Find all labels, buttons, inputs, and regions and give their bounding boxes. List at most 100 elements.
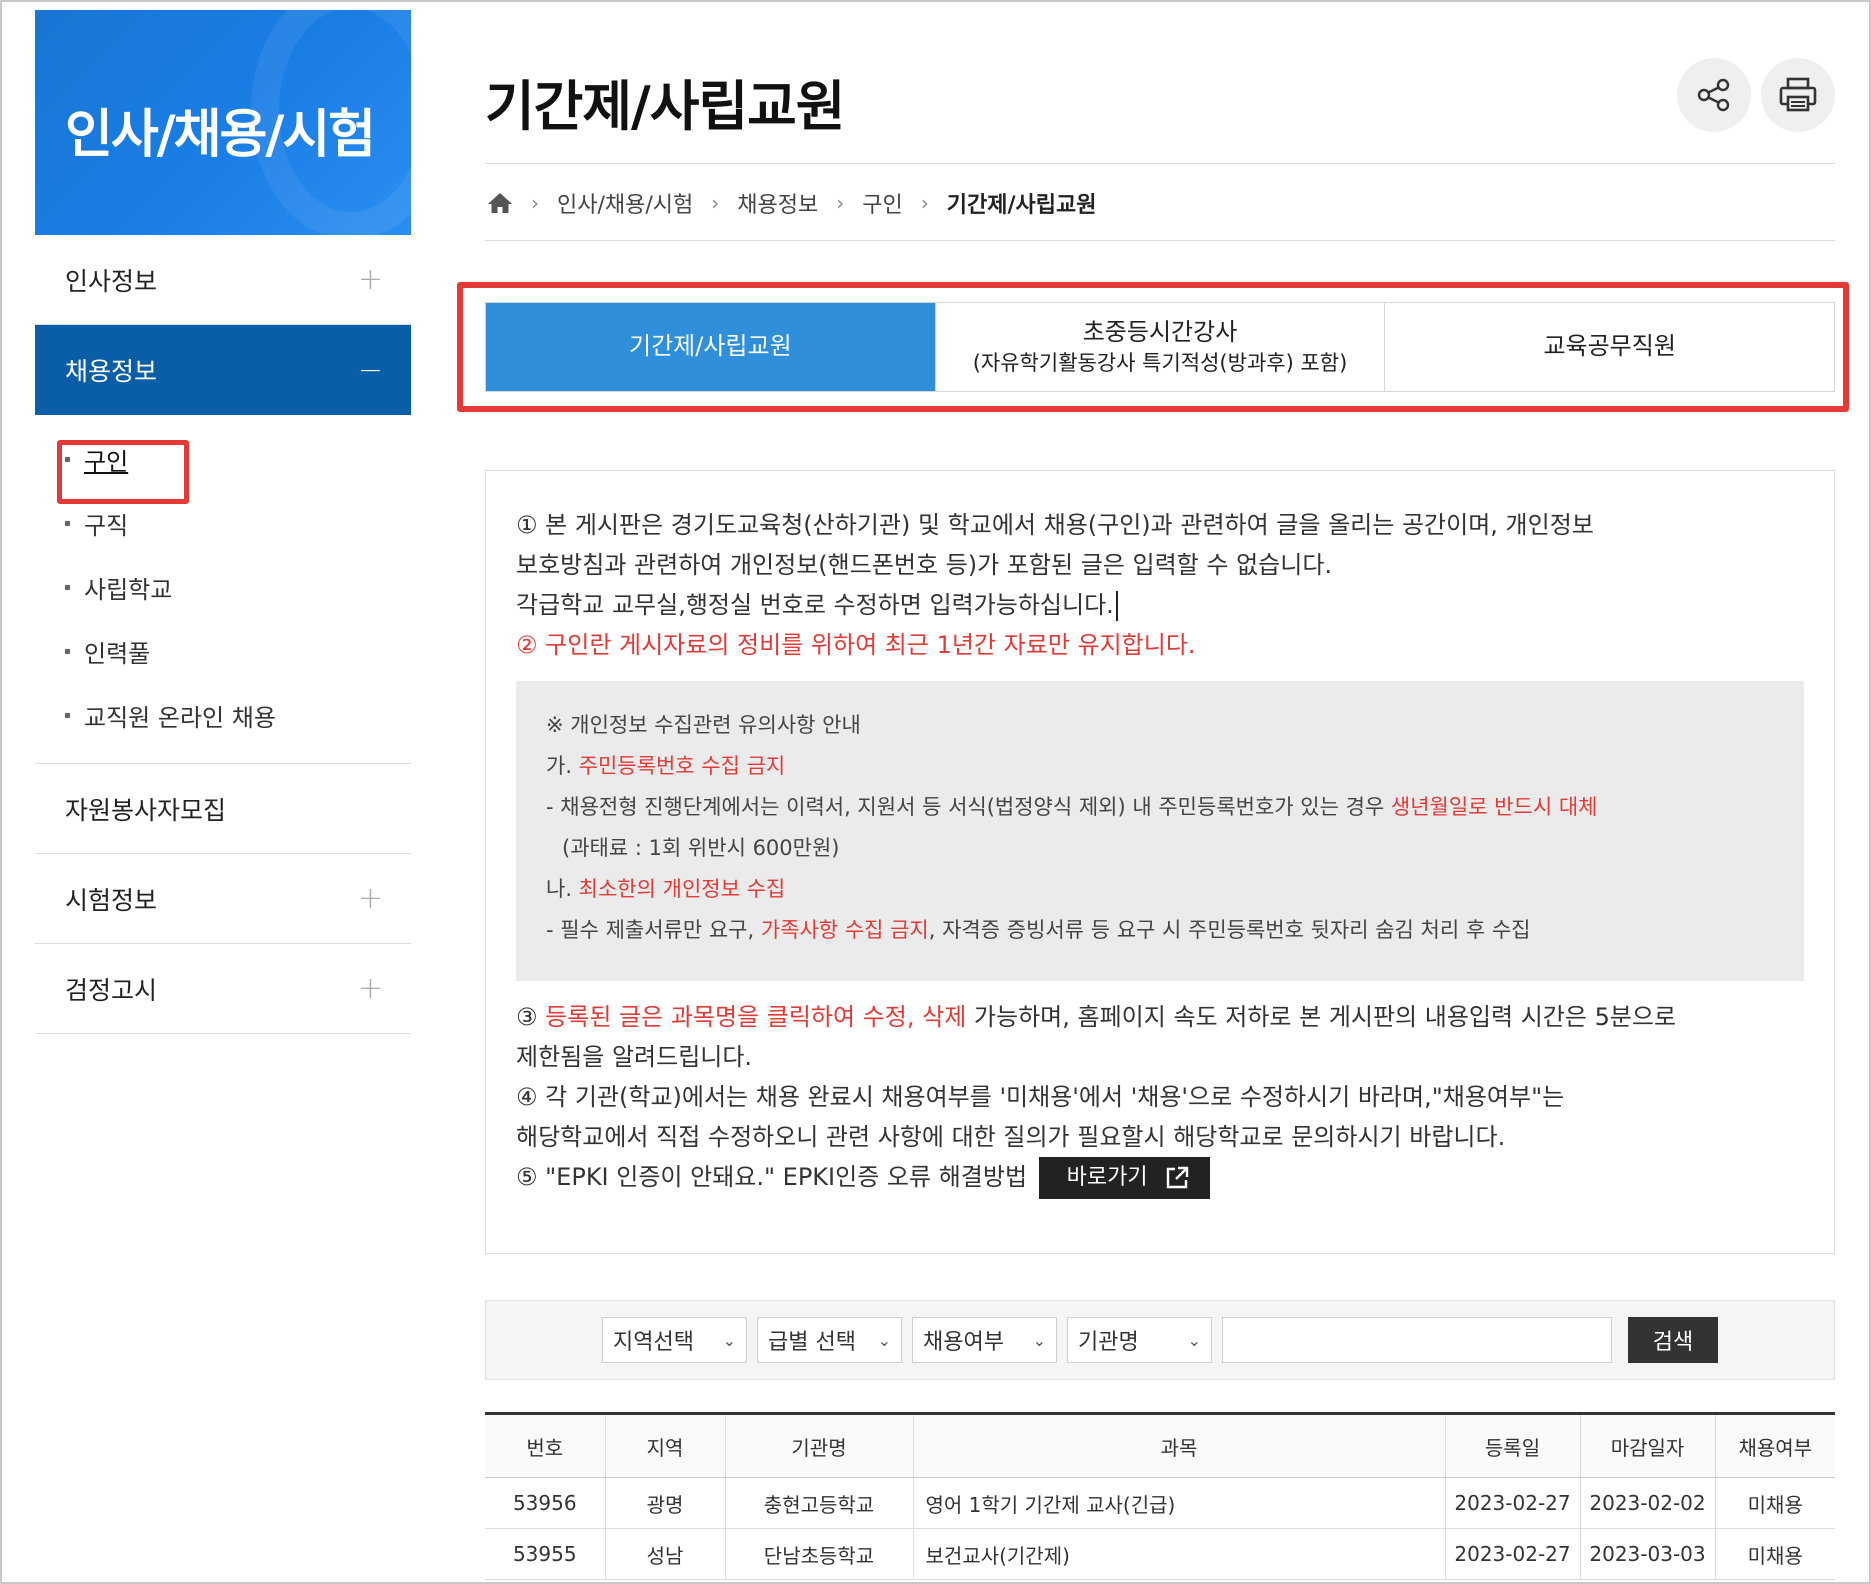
sidebar-banner-title: 인사/채용/시험 bbox=[65, 105, 376, 165]
expand-icon[interactable]: + bbox=[358, 881, 383, 916]
search-input[interactable] bbox=[1222, 1317, 1612, 1363]
notice-line: 보호방침과 관련하여 개인정보(핸드폰번호 등)가 포함된 글은 입력할 수 없… bbox=[516, 551, 1333, 579]
submenu-item-online-hiring[interactable]: 교직원 온라인 채용 bbox=[65, 683, 411, 747]
breadcrumb-item[interactable]: 채용정보 bbox=[737, 187, 818, 219]
cell-deadline: 2023-02-02 bbox=[1580, 1477, 1716, 1529]
notice-line: 각급학교 교무실,행정실 번호로 수정하면 입력가능하십니다. bbox=[516, 585, 1804, 625]
sidebar-item-ged[interactable]: 검정고시 + bbox=[35, 944, 411, 1034]
notice-emphasis: 구인란 게시자료의 정비를 위하여 최근 1년간 자료만 유지합니다. bbox=[545, 631, 1196, 659]
grade-select[interactable]: 급별 선택 ⌄ bbox=[757, 1317, 902, 1363]
notice-text: 각급학교 교무실,행정실 번호로 수정하면 입력가능하십니다. bbox=[516, 591, 1114, 619]
privacy-desc: - 채용전형 진행단계에서는 이력서, 지원서 등 서식(법정양식 제외) 내 … bbox=[546, 787, 1774, 828]
cell-org: 단남초등학교 bbox=[725, 1528, 914, 1580]
print-button[interactable] bbox=[1761, 58, 1835, 132]
search-field-select[interactable]: 기관명 ⌄ bbox=[1067, 1317, 1212, 1363]
column-header: 번호 bbox=[485, 1412, 606, 1478]
sidebar-item-label: 시험정보 bbox=[65, 885, 158, 915]
home-icon[interactable] bbox=[487, 191, 513, 215]
share-icon bbox=[1697, 78, 1730, 112]
sidebar-item-recruit-info[interactable]: 채용정보 − bbox=[35, 325, 411, 415]
expand-icon[interactable]: + bbox=[358, 262, 383, 297]
search-button[interactable]: 검색 bbox=[1628, 1317, 1718, 1363]
region-select[interactable]: 지역선택 ⌄ bbox=[602, 1317, 747, 1363]
submenu-item-private-school[interactable]: 사립학교 bbox=[65, 555, 411, 619]
cell-deadline: 2023-03-03 bbox=[1580, 1528, 1716, 1580]
cell-org: 충현고등학교 bbox=[725, 1477, 914, 1529]
chevron-right-icon: › bbox=[836, 191, 845, 215]
submenu-item-talent-pool[interactable]: 인력풀 bbox=[65, 619, 411, 683]
chevron-down-icon: ⌄ bbox=[877, 1330, 891, 1350]
bullet-icon bbox=[65, 520, 70, 526]
sidebar-item-exam-info[interactable]: 시험정보 + bbox=[35, 854, 411, 944]
desc-emphasis: 가족사항 수집 금지 bbox=[760, 918, 929, 942]
desc-text: - 채용전형 진행단계에서는 이력서, 지원서 등 서식(법정양식 제외) 내 … bbox=[546, 795, 1391, 819]
sidebar-item-label: 채용정보 bbox=[65, 357, 158, 386]
chevron-right-icon: › bbox=[711, 191, 720, 215]
chevron-down-icon: ⌄ bbox=[1032, 1330, 1046, 1350]
cell-status: 미채용 bbox=[1715, 1477, 1835, 1529]
notice-line: ② 구인란 게시자료의 정비를 위하여 최근 1년간 자료만 유지합니다. bbox=[516, 625, 1804, 665]
column-header: 지역 bbox=[605, 1412, 726, 1478]
breadcrumb: › 인사/채용/시험 › 채용정보 › 구인 › 기간제/사립교원 bbox=[487, 187, 1096, 219]
hired-status-select[interactable]: 채용여부 ⌄ bbox=[912, 1317, 1057, 1363]
select-value: 기관명 bbox=[1078, 1330, 1139, 1355]
search-bar: 지역선택 ⌄ 급별 선택 ⌄ 채용여부 ⌄ 기관명 ⌄ 검색 bbox=[485, 1300, 1835, 1380]
bullet-icon bbox=[65, 712, 70, 718]
cell-status: 미채용 bbox=[1715, 1528, 1835, 1580]
sidebar-item-label: 검정고시 bbox=[65, 975, 158, 1005]
privacy-item: 가. 주민등록번호 수집 금지 bbox=[546, 746, 1774, 787]
sidebar-menu: 인사정보 + 채용정보 − 구인 구직 사립학교 인력풀 교직원 온라인 채용 … bbox=[35, 235, 411, 1034]
item-emphasis: 최소한의 개인정보 수집 bbox=[578, 877, 786, 901]
highlight-box-submenu bbox=[57, 440, 189, 504]
cell-number: 53955 bbox=[485, 1528, 606, 1580]
item-prefix: 가. bbox=[546, 754, 579, 778]
sidebar-item-hr-info[interactable]: 인사정보 + bbox=[35, 235, 411, 325]
column-header: 마감일자 bbox=[1580, 1412, 1716, 1478]
chevron-down-icon: ⌄ bbox=[1187, 1330, 1201, 1350]
notice-number: ② bbox=[516, 631, 546, 659]
breadcrumb-item[interactable]: 구인 bbox=[862, 187, 902, 219]
column-header: 과목 bbox=[913, 1412, 1446, 1478]
chevron-right-icon: › bbox=[531, 191, 539, 215]
cell-subject-link[interactable]: 보건교사(기간제) bbox=[913, 1528, 1446, 1580]
cell-reg-date: 2023-02-27 bbox=[1445, 1477, 1581, 1529]
submenu-item-label: 구직 bbox=[84, 511, 129, 540]
sidebar-item-label: 인사정보 bbox=[65, 266, 158, 296]
sidebar-item-label: 자원봉사자모집 bbox=[65, 795, 227, 825]
table-row[interactable]: 53955 성남 단남초등학교 보건교사(기간제) 2023-02-27 202… bbox=[485, 1528, 1835, 1580]
desc-text: , 자격증 증빙서류 등 요구 시 주민등록번호 뒷자리 숨김 처리 후 수집 bbox=[928, 918, 1531, 942]
select-value: 지역선택 bbox=[613, 1330, 694, 1355]
share-button[interactable] bbox=[1677, 58, 1751, 132]
submenu-item-label: 인력풀 bbox=[84, 639, 151, 668]
cell-subject-link[interactable]: 영어 1학기 기간제 교사(긴급) bbox=[913, 1477, 1446, 1529]
table-row[interactable]: 53956 광명 충현고등학교 영어 1학기 기간제 교사(긴급) 2023-0… bbox=[485, 1477, 1835, 1529]
epki-shortcut-button[interactable]: 바로가기 bbox=[1038, 1157, 1210, 1199]
print-icon bbox=[1779, 77, 1817, 112]
chevron-down-icon: ⌄ bbox=[722, 1330, 736, 1350]
notice-text: 가능하며, 홈페이지 속도 저하로 본 게시판의 내용입력 시간은 5분으로 bbox=[966, 1003, 1677, 1031]
external-link-icon bbox=[1166, 1166, 1188, 1189]
notice-text: ⑤ "EPKI 인증이 안돼요." EPKI인증 오류 해결방법 bbox=[516, 1163, 1028, 1191]
submenu-item-label: 사립학교 bbox=[84, 575, 173, 604]
privacy-fine: (과태료 : 1회 위반시 600만원) bbox=[562, 836, 840, 860]
notice-line: ④ 각 기관(학교)에서는 채용 완료시 채용여부를 '미채용'에서 '채용'으… bbox=[516, 1083, 1565, 1111]
privacy-title: ※ 개인정보 수집관련 유의사항 안내 bbox=[546, 713, 861, 737]
column-header: 기관명 bbox=[725, 1412, 914, 1478]
notice-line: 제한됨을 알려드립니다. bbox=[516, 1043, 753, 1071]
breadcrumb-item[interactable]: 인사/채용/시험 bbox=[557, 187, 693, 219]
privacy-notice-box: ※ 개인정보 수집관련 유의사항 안내 가. 주민등록번호 수집 금지 - 채용… bbox=[516, 681, 1804, 981]
cell-number: 53956 bbox=[485, 1477, 606, 1529]
notice-line: ① 본 게시판은 경기도교육청(산하기관) 및 학교에서 채용(구인)과 관련하… bbox=[516, 511, 1594, 539]
expand-icon[interactable]: + bbox=[358, 971, 383, 1006]
cell-region: 성남 bbox=[605, 1528, 726, 1580]
bullet-icon bbox=[65, 584, 70, 590]
cell-region: 광명 bbox=[605, 1477, 726, 1529]
job-posting-table: 번호 지역 기관명 과목 등록일 마감일자 채용여부 53956 광명 충현고등… bbox=[485, 1412, 1835, 1580]
desc-emphasis: 생년월일로 반드시 대체 bbox=[1390, 795, 1598, 819]
notice-line: ③ 등록된 글은 과목명을 클릭하여 수정, 삭제 가능하며, 홈페이지 속도 … bbox=[516, 997, 1804, 1037]
desc-text: - 필수 제출서류만 요구, bbox=[546, 918, 761, 942]
notice-line: ⑤ "EPKI 인증이 안돼요." EPKI인증 오류 해결방법 바로가기 bbox=[516, 1157, 1804, 1199]
sidebar-item-volunteer[interactable]: 자원봉사자모집 bbox=[35, 764, 411, 854]
collapse-icon[interactable]: − bbox=[358, 353, 383, 388]
table-header-row: 번호 지역 기관명 과목 등록일 마감일자 채용여부 bbox=[485, 1412, 1835, 1478]
